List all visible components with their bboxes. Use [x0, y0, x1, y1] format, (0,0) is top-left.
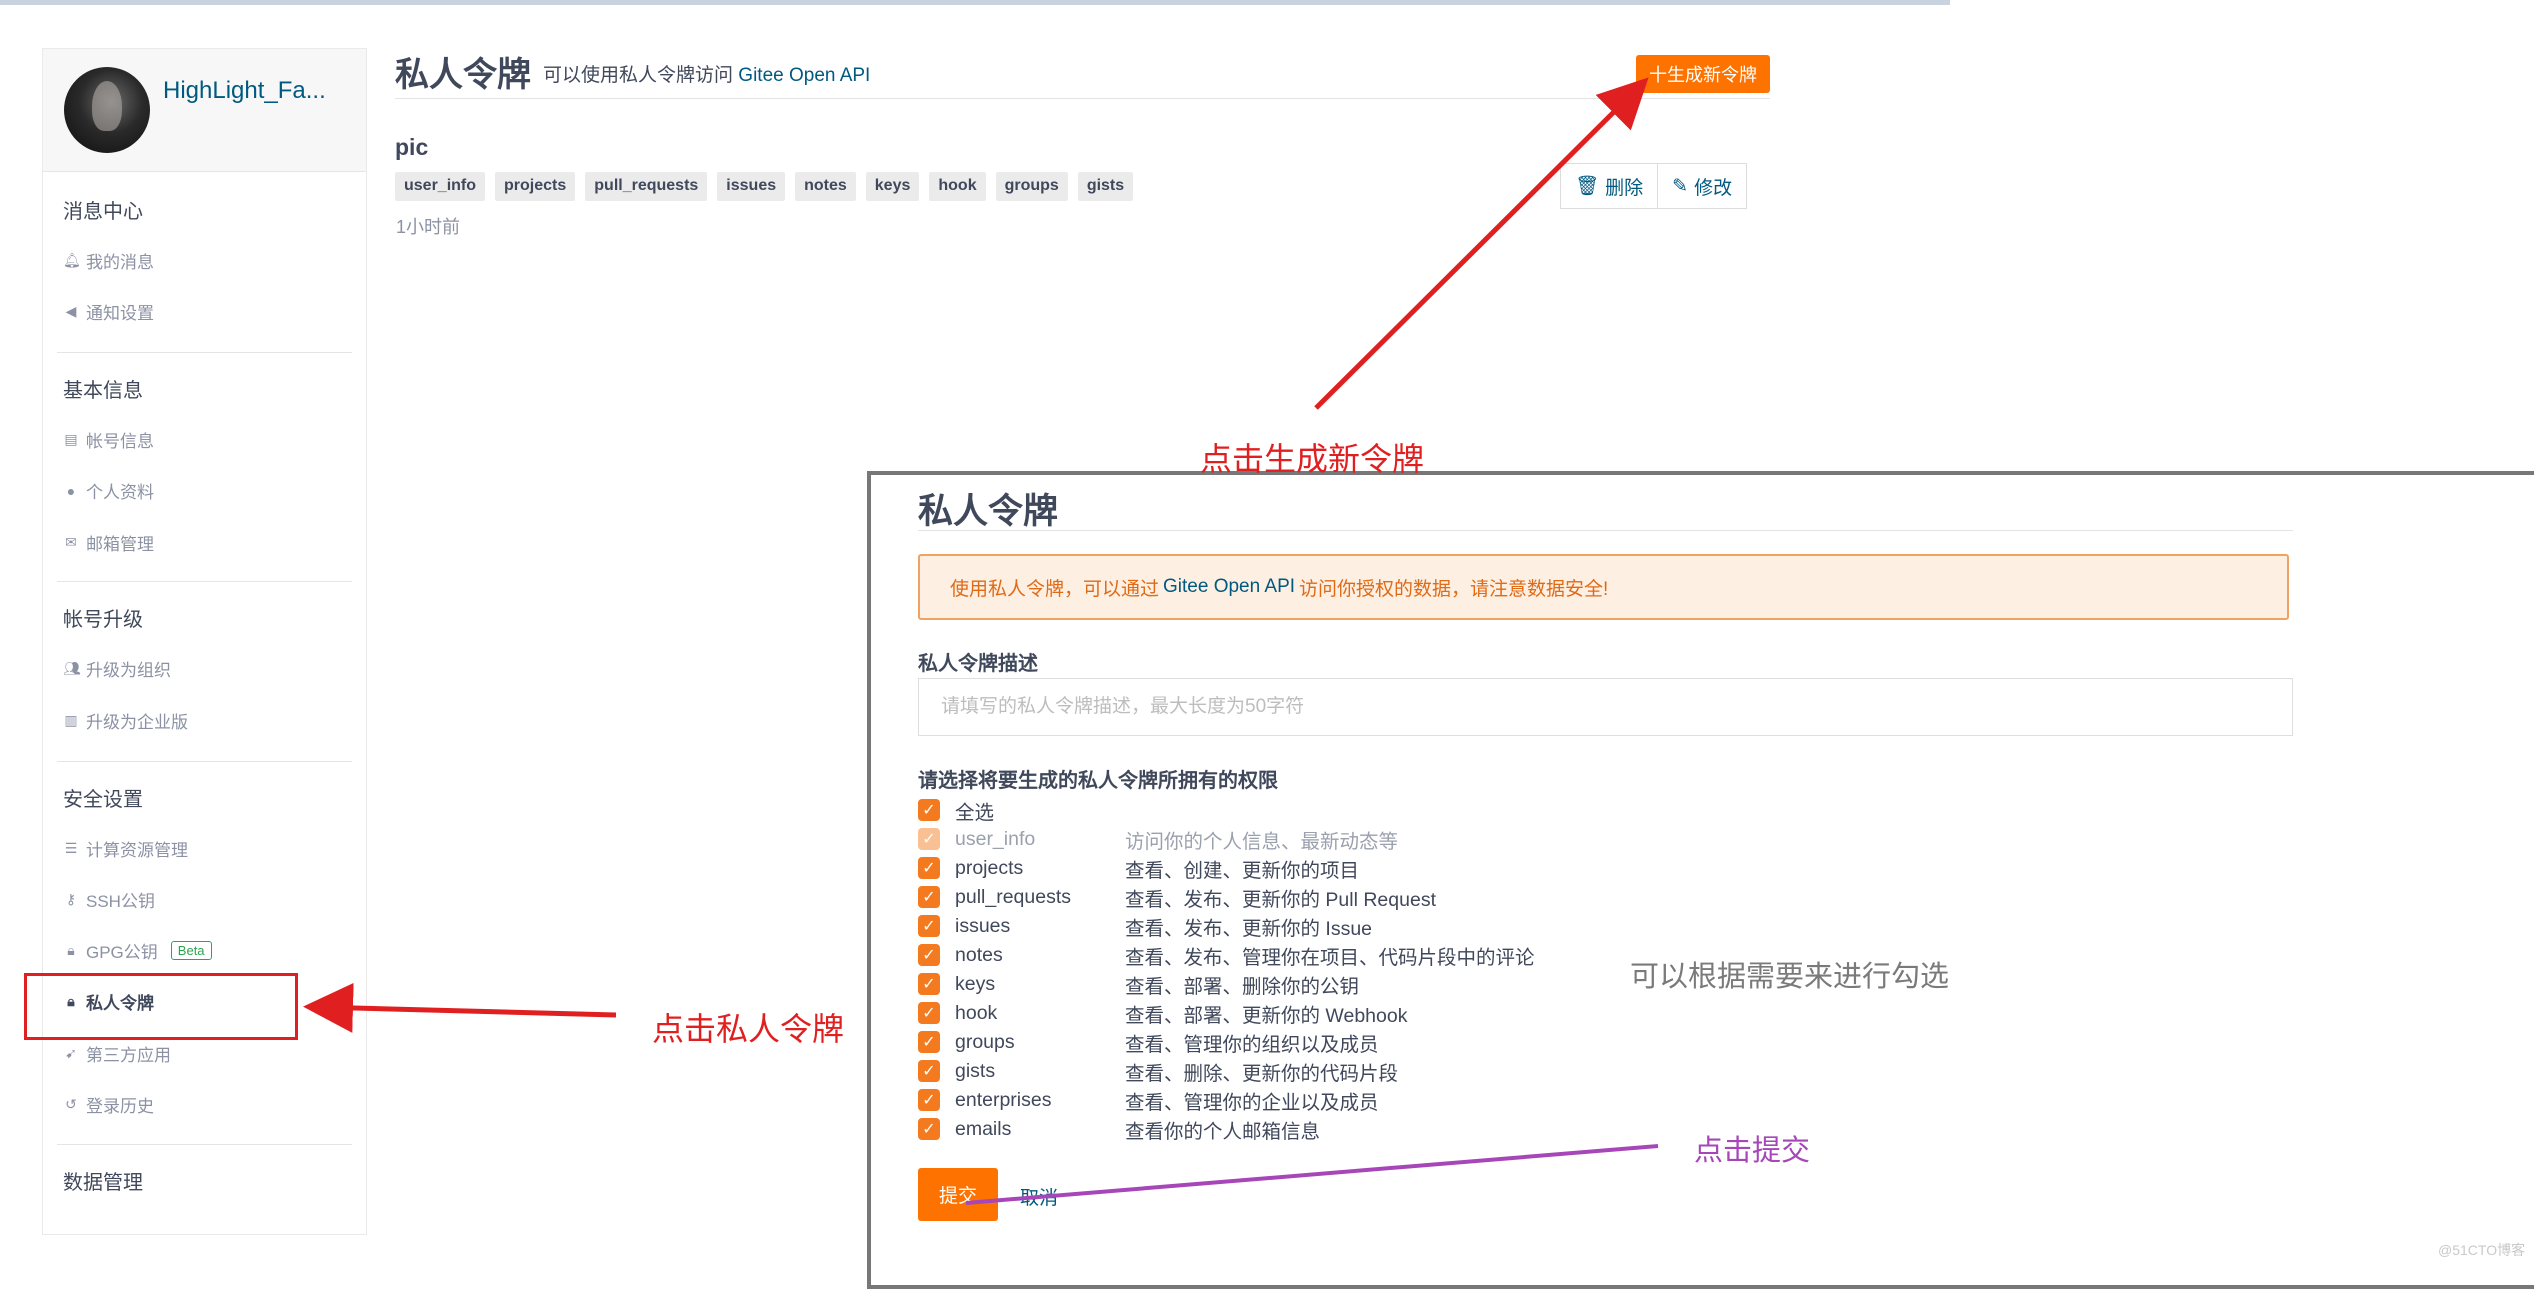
arrow-to-generate-button: [1314, 77, 1649, 410]
annotation-arrows: [303, 77, 1659, 1205]
line-to-submit: [965, 1144, 1659, 1205]
arrow-to-private-token: [303, 982, 617, 1033]
watermark: @51CTO博客: [2438, 1242, 2526, 1258]
